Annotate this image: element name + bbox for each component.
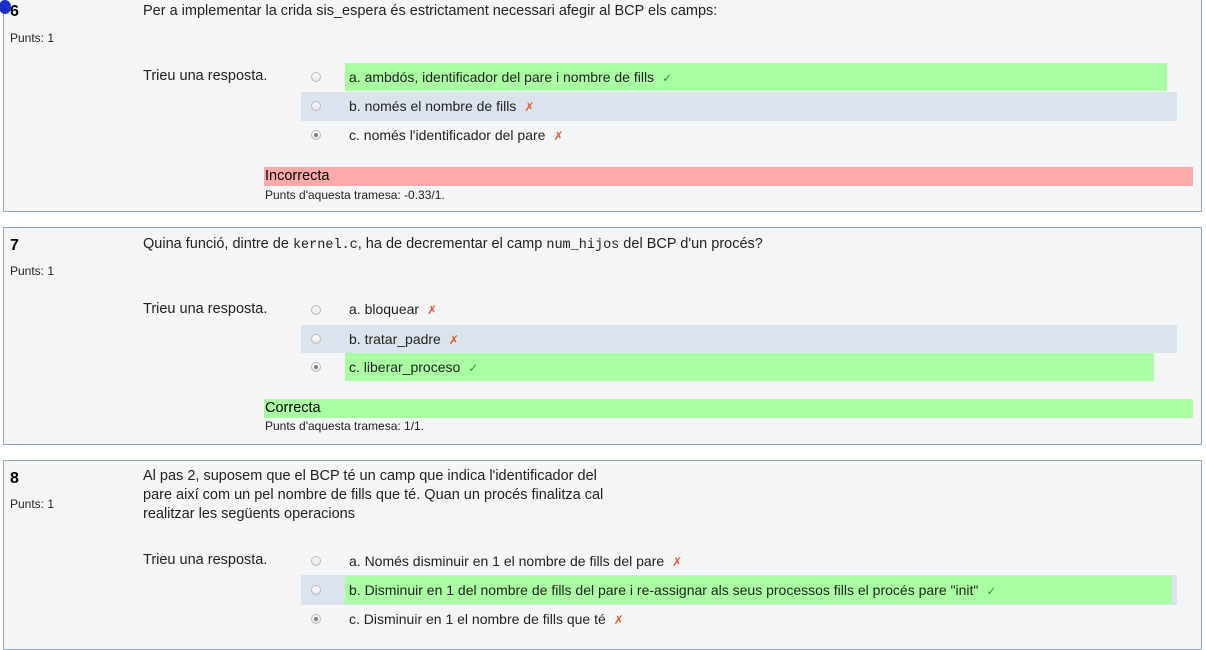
question-text-line: Al pas 2, suposem que el BCP té un camp … bbox=[143, 468, 597, 484]
verdict-banner: Correcta bbox=[264, 399, 1193, 418]
cross-icon: ✗ bbox=[613, 613, 624, 627]
option-label: a. Només disminuir en 1 el nombre de fil… bbox=[349, 553, 665, 569]
question-text: Al pas 2, suposem que el BCP té un camp … bbox=[143, 467, 603, 524]
question-number: 6 bbox=[10, 3, 19, 20]
option-label: a. bloquear bbox=[349, 301, 420, 317]
question-points: Punts: 1 bbox=[10, 264, 55, 278]
option-label: c. només l'identificador del pare bbox=[349, 127, 546, 143]
option-c[interactable]: c. només l'identificador del pare ✗ bbox=[345, 121, 1165, 149]
verdict-banner: Incorrecta bbox=[264, 167, 1193, 186]
option-c[interactable]: c. liberar_proceso ✓ bbox=[345, 353, 1154, 381]
cross-icon: ✗ bbox=[448, 333, 459, 347]
option-b[interactable]: b. només el nombre de fills ✗ bbox=[345, 92, 1165, 120]
answer-prompt: Trieu una resposta. bbox=[143, 301, 268, 317]
option-c-radio[interactable] bbox=[311, 614, 321, 624]
option-b-radio[interactable] bbox=[311, 585, 321, 595]
option-a-radio[interactable] bbox=[311, 72, 321, 82]
option-label: c. liberar_proceso bbox=[349, 359, 461, 375]
grade-text: Punts d'aquesta tramesa: 1/1. bbox=[265, 419, 425, 433]
question-number: 8 bbox=[10, 470, 19, 487]
question-number: 7 bbox=[10, 237, 19, 254]
question-text: Quina funció, dintre de kernel.c, ha de … bbox=[143, 236, 763, 253]
answer-prompt: Trieu una resposta. bbox=[143, 68, 268, 84]
option-a-radio[interactable] bbox=[311, 305, 321, 315]
question-8: 8 Punts: 1 Al pas 2, suposem que el BCP … bbox=[3, 460, 1202, 650]
question-points: Punts: 1 bbox=[10, 31, 55, 45]
option-a[interactable]: a. ambdós, identificador del pare i nomb… bbox=[345, 63, 1167, 91]
option-b-radio[interactable] bbox=[311, 101, 321, 111]
option-label: b. només el nombre de fills bbox=[349, 98, 517, 114]
option-label: b. Disminuir en 1 del nombre de fills de… bbox=[349, 582, 979, 598]
code-kernel: kernel.c bbox=[292, 238, 358, 253]
answer-prompt: Trieu una resposta. bbox=[143, 552, 268, 568]
question-text-line: realitzar les següents operacions bbox=[143, 506, 355, 522]
question-7: 7 Punts: 1 Quina funció, dintre de kerne… bbox=[3, 227, 1202, 445]
check-icon: ✓ bbox=[468, 361, 479, 375]
option-c-radio[interactable] bbox=[311, 130, 321, 140]
option-label: b. tratar_padre bbox=[349, 331, 441, 347]
grade-text: Punts d'aquesta tramesa: -0.33/1. bbox=[265, 188, 445, 202]
question-text: Per a implementar la crida sis_espera és… bbox=[143, 3, 718, 19]
option-label: a. ambdós, identificador del pare i nomb… bbox=[349, 69, 655, 85]
cross-icon: ✗ bbox=[427, 303, 438, 317]
option-a[interactable]: a. Només disminuir en 1 el nombre de fil… bbox=[345, 547, 1165, 575]
option-c-radio[interactable] bbox=[311, 362, 321, 372]
cross-icon: ✗ bbox=[672, 555, 683, 569]
option-b-radio[interactable] bbox=[311, 334, 321, 344]
check-icon: ✓ bbox=[662, 71, 673, 85]
option-b[interactable]: b. tratar_padre ✗ bbox=[345, 325, 1165, 353]
option-a-radio[interactable] bbox=[311, 556, 321, 566]
code-num-hijos: num_hijos bbox=[546, 238, 620, 253]
option-label: c. Disminuir en 1 el nombre de fills que… bbox=[349, 611, 606, 627]
question-points: Punts: 1 bbox=[10, 497, 55, 511]
question-6: 6 Punts: 1 Per a implementar la crida si… bbox=[0, 0, 1202, 212]
question-text-line: pare així com un pel nombre de fills que… bbox=[143, 487, 604, 503]
option-c[interactable]: c. Disminuir en 1 el nombre de fills que… bbox=[345, 605, 1165, 633]
cross-icon: ✗ bbox=[553, 129, 564, 143]
option-a[interactable]: a. bloquear ✗ bbox=[345, 295, 1165, 323]
check-icon: ✓ bbox=[986, 584, 997, 598]
cross-icon: ✗ bbox=[524, 100, 535, 114]
option-b[interactable]: b. Disminuir en 1 del nombre de fills de… bbox=[345, 576, 1172, 604]
